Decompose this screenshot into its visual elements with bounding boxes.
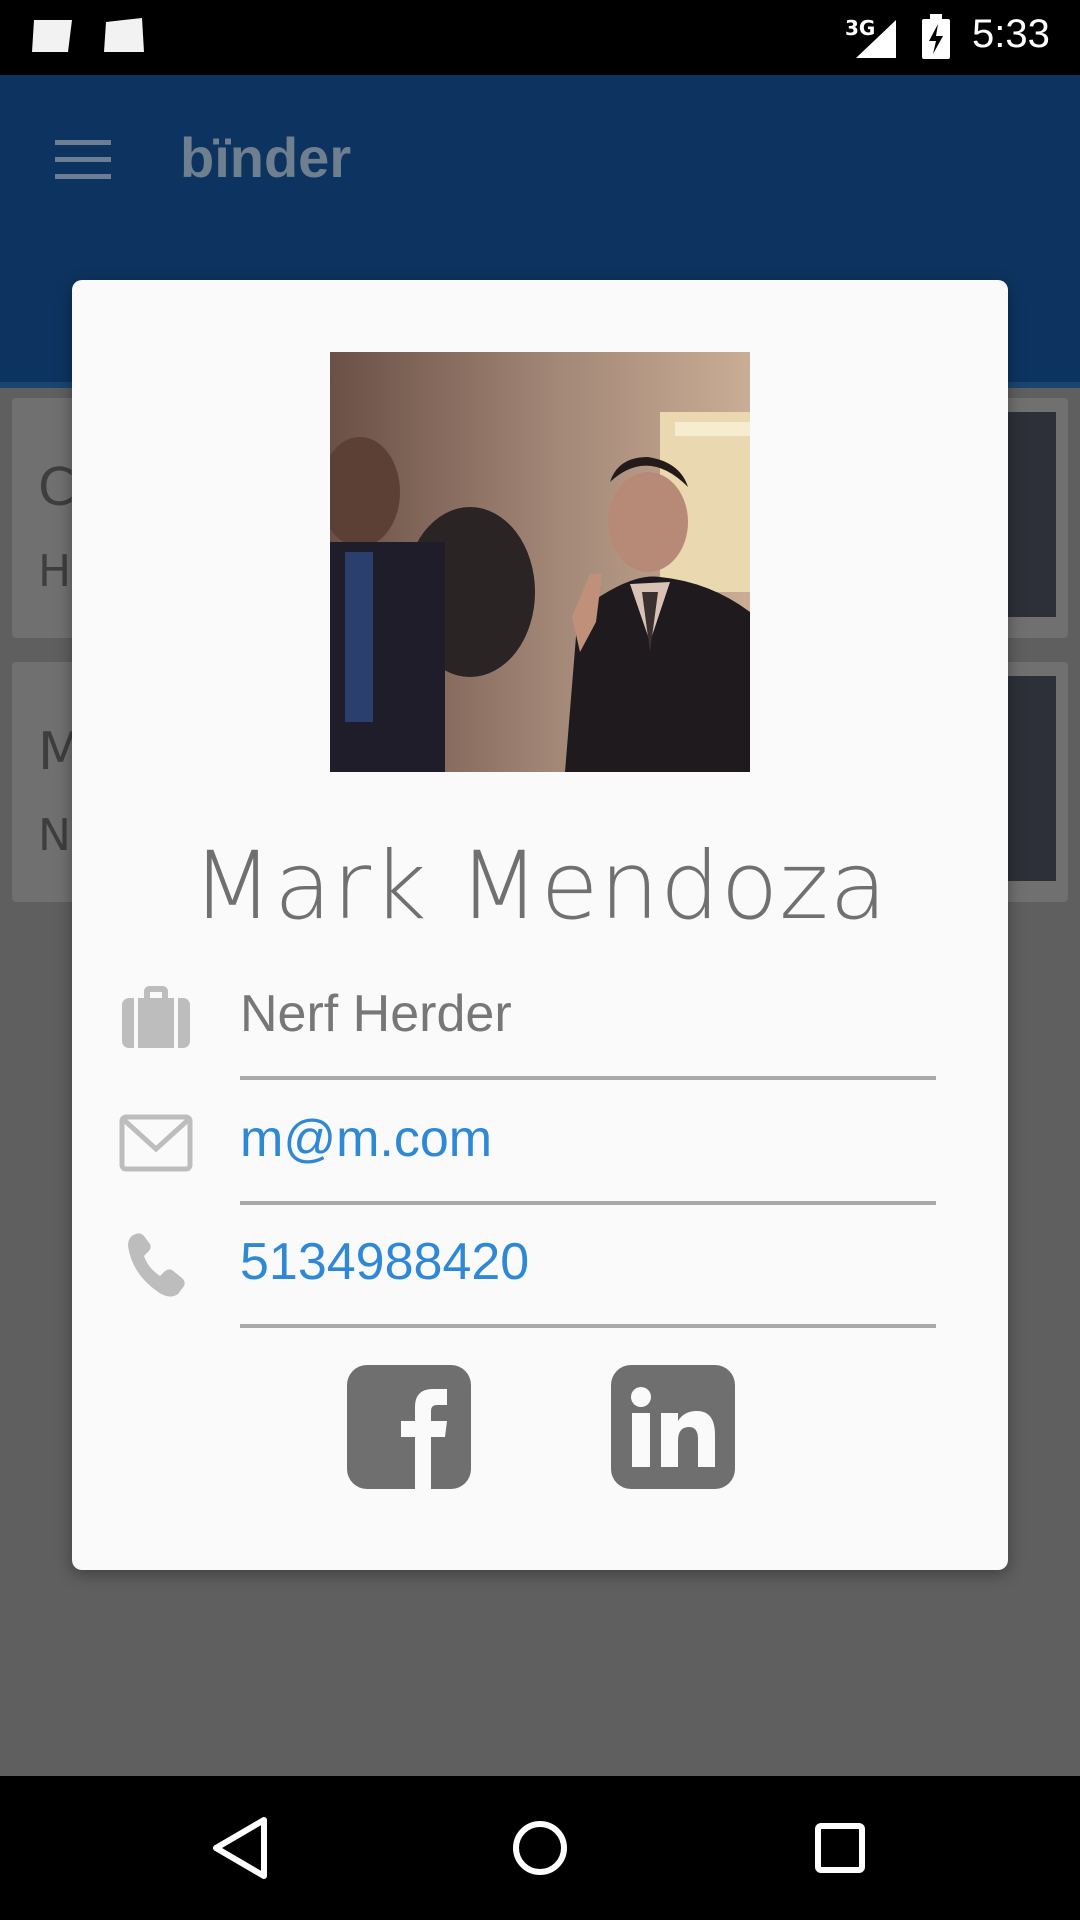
recents-button[interactable] [798, 1806, 882, 1890]
profile-dialog: Mark Mendoza Nerf Herder m@m.com 5134988… [72, 280, 1008, 1570]
facebook-icon [347, 1365, 471, 1489]
mail-icon [118, 1105, 194, 1181]
phone-icon [118, 1228, 194, 1304]
phone-field[interactable]: 5134988420 [72, 1218, 1008, 1338]
job-title: Nerf Herder [240, 985, 512, 1043]
card-title: C [38, 458, 75, 518]
notification-icon [28, 16, 76, 56]
app-title: bïnder [180, 126, 352, 189]
back-icon [213, 1817, 267, 1879]
signal-icon [852, 18, 898, 60]
field-underline [240, 1201, 936, 1205]
briefcase-icon [118, 980, 194, 1056]
clock: 5:33 [972, 12, 1050, 56]
linkedin-button[interactable] [611, 1365, 735, 1489]
menu-icon[interactable] [55, 140, 111, 180]
job-field: Nerf Herder [72, 970, 1008, 1090]
phone-link[interactable]: 5134988420 [240, 1232, 529, 1292]
notification-icon [100, 16, 148, 56]
home-icon [513, 1821, 567, 1875]
facebook-button[interactable] [347, 1365, 471, 1489]
back-button[interactable] [200, 1806, 284, 1890]
battery-charging-icon [920, 14, 952, 60]
status-bar: 3G 5:33 [0, 0, 1080, 75]
card-subtitle: N [38, 810, 71, 861]
email-link[interactable]: m@m.com [240, 1109, 492, 1169]
field-underline [240, 1076, 936, 1080]
linkedin-icon [611, 1365, 735, 1489]
field-underline [240, 1324, 936, 1328]
profile-photo [330, 352, 750, 772]
email-field[interactable]: m@m.com [72, 1095, 1008, 1215]
recents-icon [815, 1823, 865, 1873]
profile-name: Mark Mendoza [191, 832, 889, 941]
navigation-bar [0, 1776, 1080, 1920]
home-button[interactable] [498, 1806, 582, 1890]
card-subtitle: H [38, 546, 72, 597]
